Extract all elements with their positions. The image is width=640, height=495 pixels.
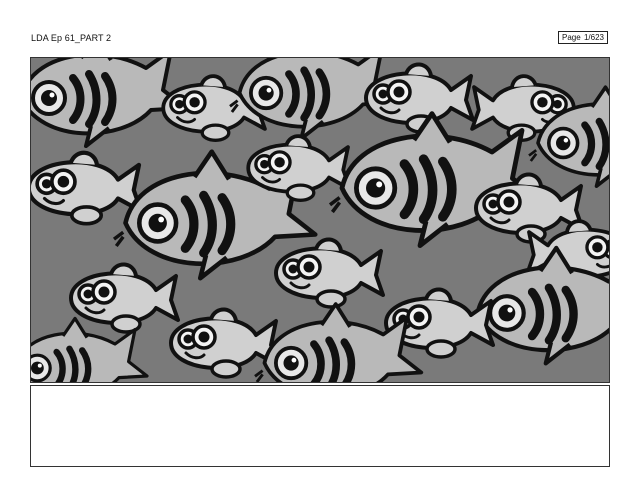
- page-label: Page: [562, 33, 581, 42]
- episode-title: LDA Ep 61_PART 2: [31, 33, 112, 43]
- storyboard-panel: [30, 57, 610, 383]
- page-indicator: Page 1/623: [558, 31, 608, 44]
- page-number: 1/623: [583, 33, 604, 42]
- notes-box: [30, 385, 610, 467]
- fish-pattern-icon: [31, 58, 609, 382]
